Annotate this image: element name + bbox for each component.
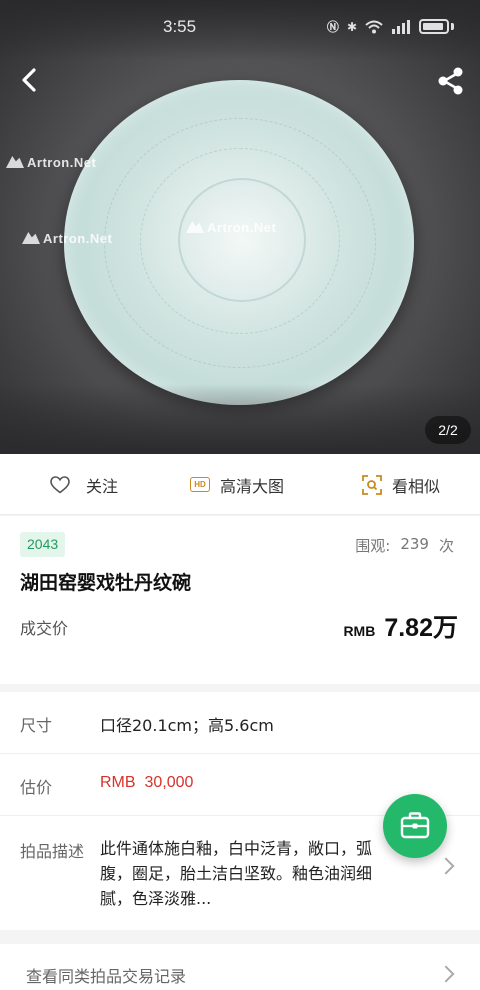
- deal-price: RMB 7.82万: [343, 608, 458, 644]
- battery-tip: [451, 23, 454, 30]
- status-icons: Ⓝ ✱: [327, 18, 454, 35]
- battery-icon: [419, 19, 449, 34]
- briefcase-icon: [400, 812, 430, 839]
- chevron-left-icon: [22, 68, 36, 92]
- chevron-right-icon: [437, 965, 455, 983]
- similar-label: 看相似: [392, 476, 441, 496]
- watermark-text: Artron.Net: [27, 155, 97, 170]
- views-unit: 次: [438, 537, 454, 555]
- deal-price-label: 成交价: [20, 619, 69, 638]
- lot-title: 湖田窑婴戏牡丹纹碗: [20, 572, 192, 594]
- artron-logo-icon: [6, 156, 24, 168]
- hd-icon: HD: [190, 477, 210, 492]
- artron-logo-icon: [186, 221, 204, 233]
- price-value: 7.82万: [384, 614, 458, 642]
- action-bar: 关注 HD 高清大图 看相似: [0, 454, 480, 515]
- follow-label: 关注: [86, 476, 119, 496]
- view-count: 围观: 239 次: [355, 535, 454, 556]
- size-label: 尺寸: [20, 716, 53, 735]
- artron-logo-icon: [22, 232, 40, 244]
- share-icon: [438, 67, 463, 95]
- hd-image-button[interactable]: HD 高清大图: [190, 454, 284, 515]
- chevron-right-icon: [437, 857, 455, 875]
- estimate-label: 估价: [20, 778, 53, 797]
- status-bar: 3:55 Ⓝ ✱: [0, 0, 480, 56]
- back-button[interactable]: [14, 64, 46, 96]
- watermark: Artron.Net: [6, 155, 96, 170]
- image-bottom-shade: [0, 384, 480, 454]
- views-label: 围观:: [355, 537, 391, 555]
- follow-button[interactable]: 关注: [50, 454, 118, 515]
- watermark-text: Artron.Net: [207, 220, 277, 235]
- size-value: 口径20.1cm；高5.6cm: [100, 716, 274, 735]
- lot-info-card: 2043 围观: 239 次 湖田窑婴戏牡丹纹碗 成交价 RMB 7.82万: [0, 516, 480, 684]
- views-count: 239: [400, 535, 429, 553]
- heart-icon: [50, 475, 70, 494]
- lot-image[interactable]: Artron.Net Artron.Net Artron.Net 2/2: [0, 0, 480, 454]
- find-similar-button[interactable]: 看相似: [362, 454, 440, 515]
- scan-search-icon: [362, 474, 382, 495]
- status-time: 3:55: [163, 17, 197, 36]
- bowl-center-medallion: [178, 178, 306, 302]
- share-button[interactable]: [434, 64, 468, 98]
- description-label: 拍品描述: [20, 842, 85, 861]
- signal-icon: [392, 19, 410, 34]
- watermark-text: Artron.Net: [43, 231, 113, 246]
- watermark: Artron.Net: [186, 220, 276, 235]
- lot-number-badge: 2043: [20, 532, 66, 557]
- trade-records-label: 查看同类拍品交易记录: [26, 967, 187, 986]
- description-text: 此件通体施白釉，白中泛青，敞口，弧腹，圈足，胎土洁白坚致。釉色油润细腻，色泽淡雅…: [100, 839, 373, 908]
- image-page-counter: 2/2: [425, 416, 471, 444]
- size-row: 尺寸 口径20.1cm；高5.6cm: [0, 692, 480, 754]
- bluetooth-icon: ✱: [346, 19, 357, 34]
- nfc-icon: Ⓝ: [326, 20, 339, 34]
- price-currency: RMB: [343, 623, 376, 639]
- wifi-icon: [365, 20, 383, 33]
- floating-briefcase-button[interactable]: [383, 794, 447, 858]
- hd-label: 高清大图: [220, 476, 285, 496]
- watermark: Artron.Net: [22, 231, 112, 246]
- trade-records-link[interactable]: 查看同类拍品交易记录: [0, 944, 480, 990]
- estimate-value: RMB 30,000: [100, 774, 194, 791]
